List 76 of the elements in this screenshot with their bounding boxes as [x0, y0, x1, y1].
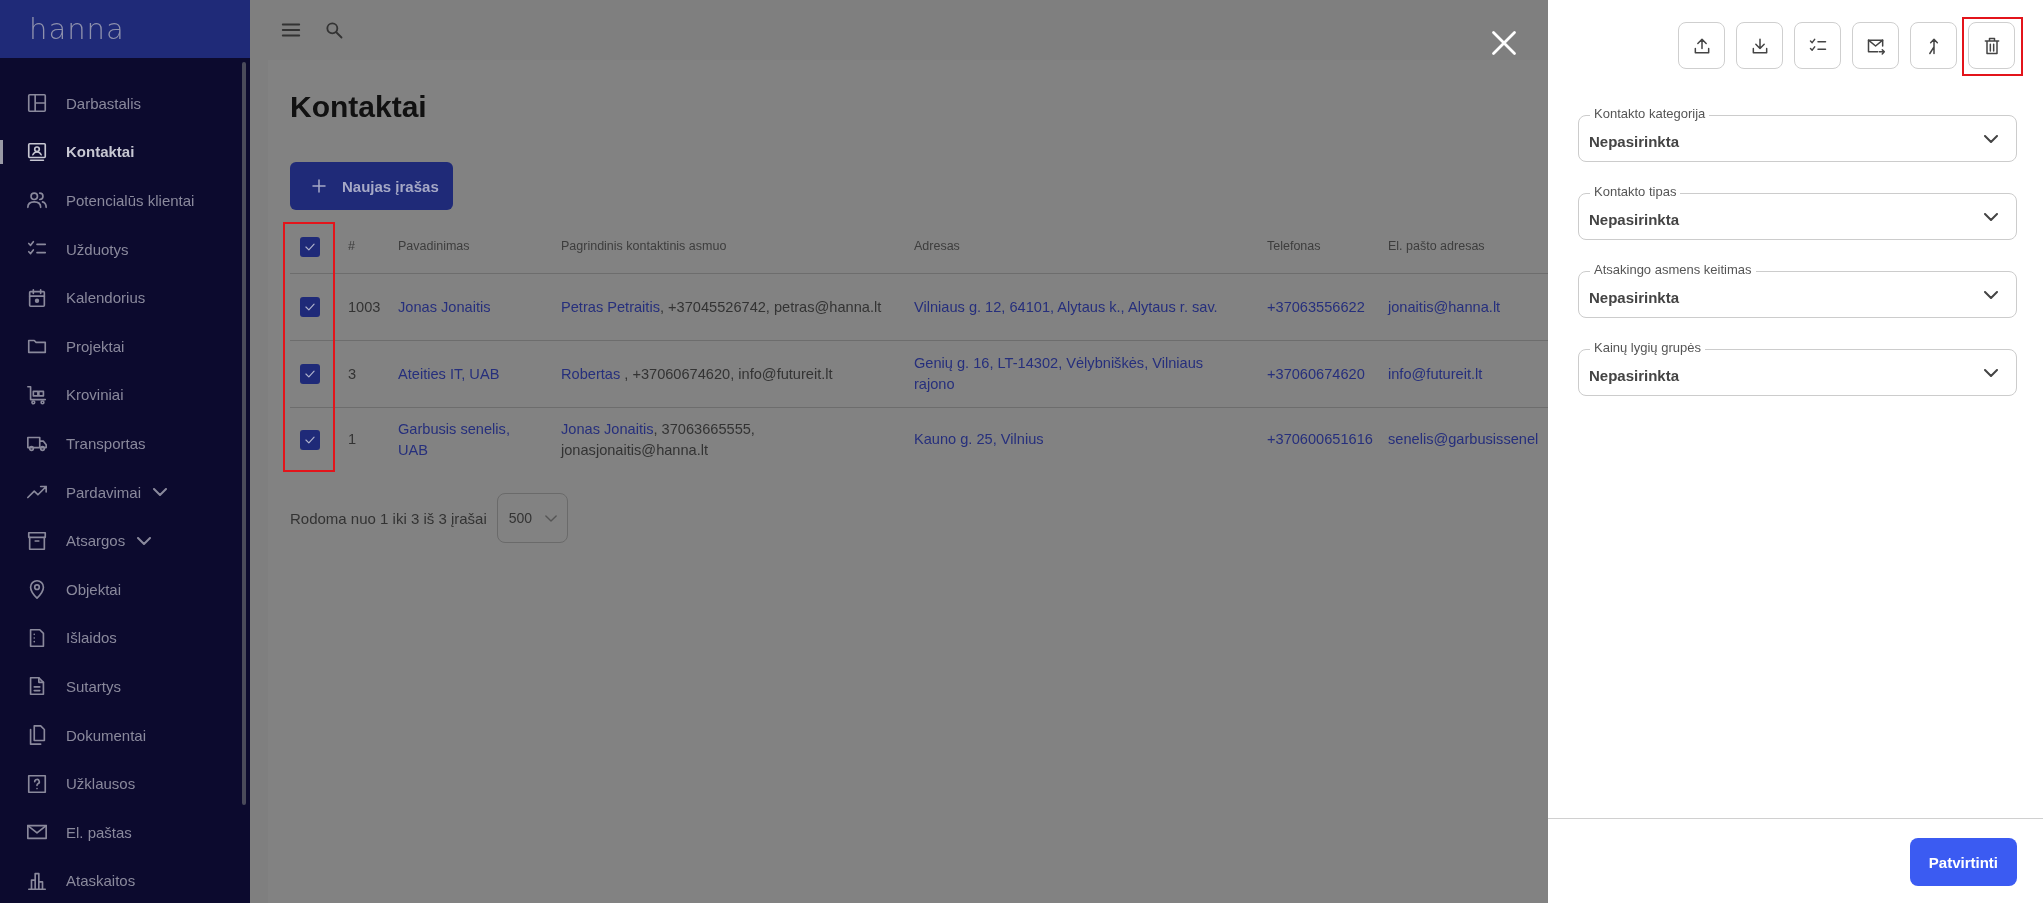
toolbar-button[interactable]: [1678, 22, 1725, 69]
chevron-down-icon: [1984, 212, 1998, 221]
active-indicator: [0, 139, 3, 164]
pagination-summary: Rodoma nuo 1 iki 3 iš 3 įrašai: [290, 509, 487, 527]
sidebar-item[interactable]: Ataskaitos: [0, 856, 250, 903]
email-link[interactable]: senelis@garbusissenel: [1388, 429, 1548, 450]
chevron-down-icon: [544, 514, 557, 522]
sidebar-item[interactable]: Sutartys: [0, 662, 250, 711]
checkbox[interactable]: [300, 236, 320, 257]
contact-text: Petras Petraitis, +37045526742, petras@hanna.lt: [561, 298, 882, 315]
sidebar-item[interactable]: Dokumentai: [0, 710, 250, 760]
toolbar-button[interactable]: [1910, 22, 1957, 69]
person-link[interactable]: Robertas: [561, 365, 621, 382]
table-cell-text: 3: [348, 364, 358, 384]
sidebar-item[interactable]: Užduotys: [0, 224, 250, 274]
sidebar-item[interactable]: Išlaidos: [0, 613, 250, 663]
column-header: Pagrindinis kontaktinis asmuo: [561, 238, 728, 255]
sidebar-item[interactable]: Užklausos: [0, 759, 250, 808]
phone-link[interactable]: +370600651616: [1267, 429, 1384, 450]
toolbar-button[interactable]: [1736, 22, 1783, 69]
column-header: Pavadinimas: [398, 238, 471, 255]
sidebar-item[interactable]: Kroviniai: [0, 370, 250, 420]
contact-text: Robertas , +37060674620, info@futureit.lt: [561, 365, 833, 382]
toolbar-button[interactable]: [1852, 22, 1899, 69]
sidebar-item[interactable]: Pardavimai: [0, 467, 250, 517]
search-icon: [324, 20, 344, 40]
sidebar-item[interactable]: El. paštas: [0, 807, 250, 857]
address-link[interactable]: Genių g. 16, LT-14302, Vėlybniškės, Vilniaus rajono: [914, 353, 1247, 395]
sidebar-item[interactable]: Potencialūs klientai: [0, 176, 250, 225]
checkbox[interactable]: [300, 364, 320, 384]
sidebar-item[interactable]: Transportas: [0, 419, 250, 468]
close-icon: [1490, 29, 1518, 57]
plus-icon: [310, 177, 328, 195]
chevron-down-icon: [1984, 290, 1998, 299]
column-header: Telefonas: [1267, 238, 1322, 255]
page-title: Kontaktai: [290, 89, 428, 125]
cart-icon: [26, 383, 48, 406]
email-link[interactable]: jonaitis@hanna.lt: [1388, 296, 1548, 318]
phone-link[interactable]: +37060674620: [1267, 363, 1384, 385]
company-link[interactable]: Garbusis senelis, UAB: [398, 418, 541, 461]
company-link[interactable]: Jonas Jonaitis: [398, 296, 541, 318]
sidebar-item[interactable]: Kalendorius: [0, 273, 250, 322]
email-link[interactable]: info@futureit.lt: [1388, 363, 1548, 385]
new-record-button[interactable]: Naujas įrašas: [290, 162, 453, 210]
calendar-icon: [26, 286, 48, 309]
person-link[interactable]: Jonas Jonaitis: [561, 420, 654, 437]
person-link[interactable]: Petras Petraitis: [561, 298, 660, 315]
sidebar-item[interactable]: Atsargos: [0, 516, 250, 565]
toolbar-button[interactable]: [1968, 22, 2015, 69]
scrollbar[interactable]: [242, 62, 246, 805]
sidebar-item[interactable]: Kontaktai: [0, 127, 250, 177]
address-link[interactable]: Kauno g. 25, Vilnius: [914, 429, 1247, 450]
phone-link[interactable]: +37063556622: [1267, 296, 1384, 318]
sidebar-item[interactable]: Objektai: [0, 564, 250, 614]
chevron-down-icon: [1984, 368, 1998, 377]
dashboard-icon: [26, 92, 48, 115]
close-button[interactable]: [1490, 29, 1518, 57]
address-link[interactable]: Vilniaus g. 12, 64101, Alytaus k., Alytaus r. sav.: [914, 296, 1247, 318]
page-size-select[interactable]: 500: [496, 493, 568, 543]
contact-text: Jonas Jonaitis, 37063665555, jonasjonaitis@hanna.lt: [561, 420, 755, 458]
contact-card-icon: [26, 140, 48, 163]
table-cell-text: 1003: [348, 297, 382, 317]
column-header: Adresas: [914, 238, 961, 255]
archive-icon: [26, 529, 48, 552]
help-icon: [26, 772, 48, 795]
chevron-down-icon: [1984, 134, 1998, 143]
checkbox[interactable]: [300, 429, 320, 450]
column-header: #: [348, 238, 356, 255]
sidebar-item[interactable]: Projektai: [0, 321, 250, 371]
column-header: El. pašto adresas: [1388, 238, 1486, 255]
hanna-logo: hanna: [29, 12, 125, 46]
sidebar-item[interactable]: Darbastalis: [0, 79, 250, 128]
table-cell-text: 1: [348, 430, 358, 449]
checkbox[interactable]: [300, 297, 320, 317]
confirm-button[interactable]: Patvirtinti: [1909, 838, 2017, 886]
company-link[interactable]: Ateities IT, UAB: [398, 363, 541, 385]
